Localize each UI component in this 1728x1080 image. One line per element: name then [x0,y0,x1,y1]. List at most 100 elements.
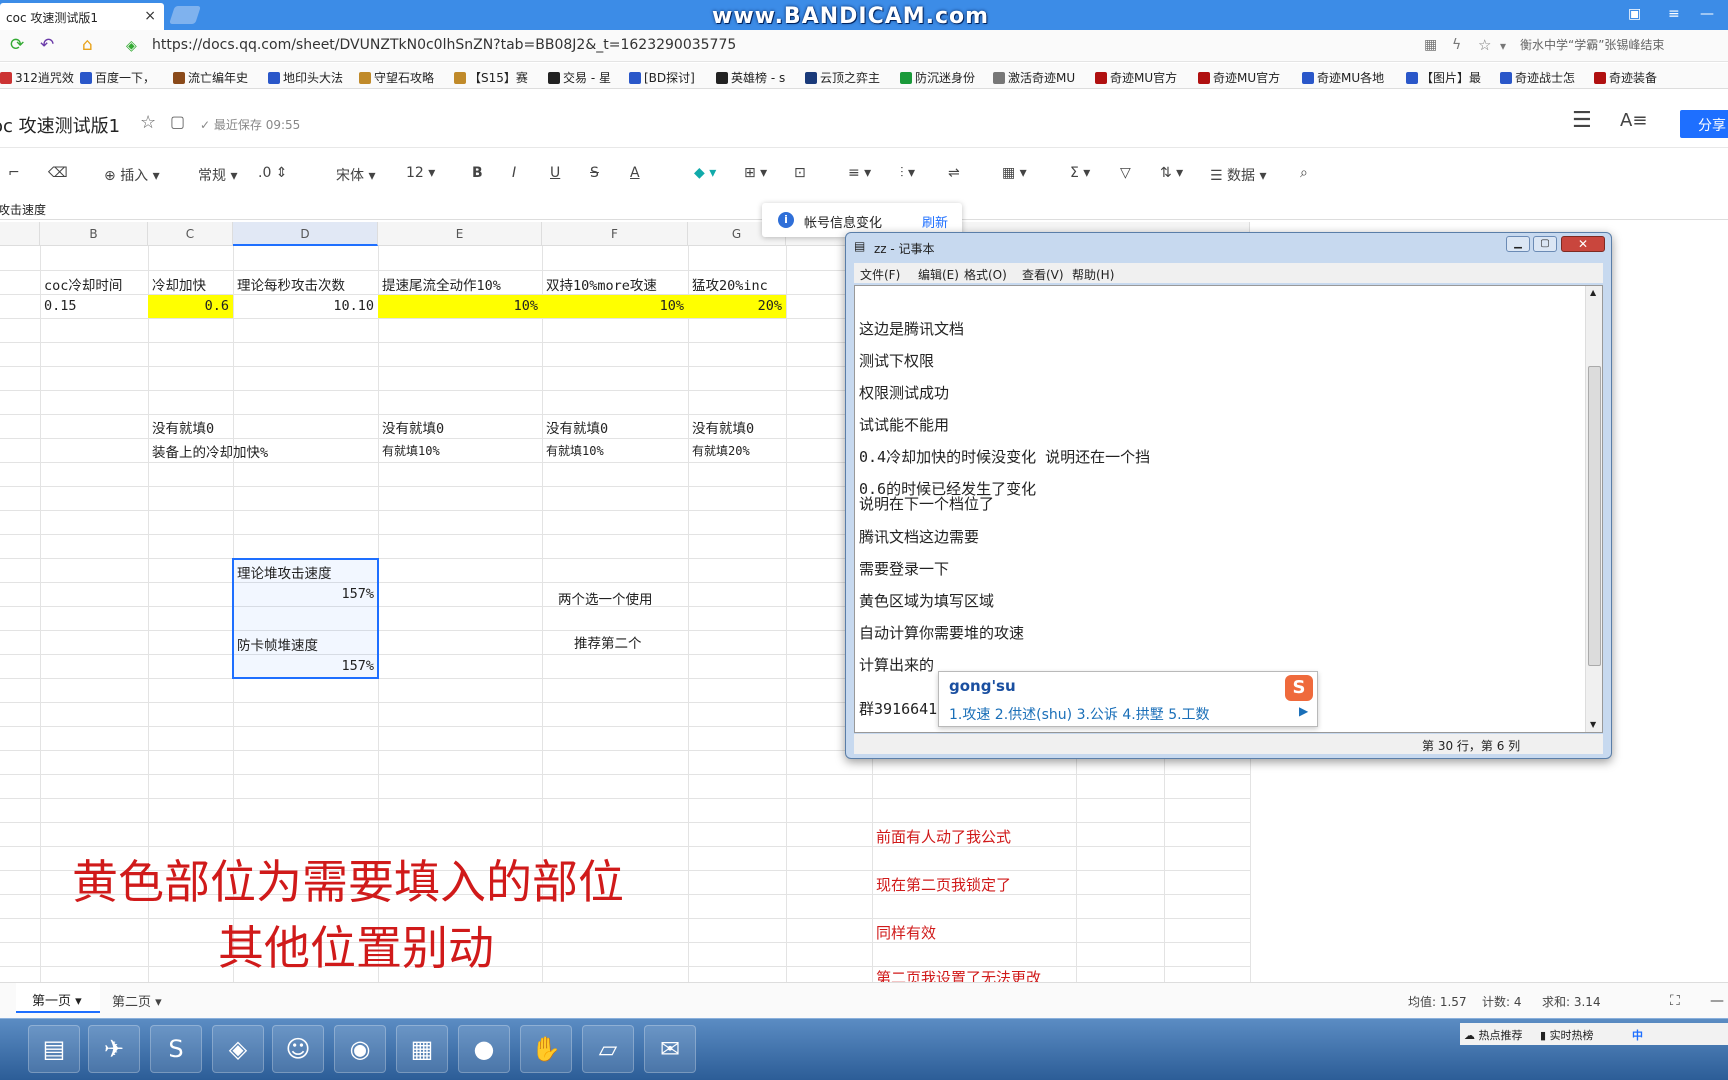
bookmark-item[interactable]: 奇迹装备 [1594,69,1657,86]
data-menu-button[interactable]: ☰ 数据 ▾ [1210,165,1267,185]
home-icon[interactable]: ⌂ [82,35,93,55]
result-label-cell[interactable]: 理论堆攻击速度 [237,562,332,582]
zoom-out-icon[interactable]: — [1710,993,1724,1009]
search-box[interactable]: 衡水中学“学霸”张锡峰结束 [1520,36,1664,53]
result-label-cell[interactable]: 防卡帧堆速度 [237,634,318,654]
vertical-align-icon[interactable]: ⫶ ▾ [900,165,915,181]
wrap-text-icon[interactable]: ⇌ [948,165,960,181]
note-cell[interactable]: 推荐第二个 [574,632,642,652]
hint-cell[interactable]: 有就填10% [382,442,440,459]
menu-edit[interactable]: 编辑(E) [918,266,959,283]
file-explorer-icon[interactable]: ▤ [28,1025,80,1073]
bookmark-item[interactable]: 守望石攻略 [359,69,434,86]
hint-cell[interactable]: 有就填10% [546,442,604,459]
column-header[interactable]: B [40,222,148,246]
value-cell[interactable]: 10% [542,298,684,314]
hint-cell[interactable]: 没有就填0 [546,417,608,437]
bookmark-item[interactable]: 交易 - 星 [548,69,611,86]
menu-icon[interactable]: ☰ [1572,108,1592,133]
value-cell[interactable]: 0.6 [148,298,229,314]
header-cell[interactable]: 双持10%more攻速 [546,274,657,294]
chevron-down-icon[interactable]: ▾ [1500,39,1506,53]
hint-cell[interactable]: 装备上的冷却加快% [152,441,268,461]
bookmark-item[interactable]: 地印头大法 [268,69,343,86]
hint-cell[interactable]: 有就填20% [692,442,750,459]
cat-app-icon[interactable]: ☺ [272,1025,324,1073]
underline-button[interactable]: U [550,165,560,181]
italic-button[interactable]: I [512,165,516,181]
red-note-cell[interactable]: 第二页我设置了无法更改 [876,967,1041,982]
tab-close-icon[interactable]: × [144,8,156,24]
chrome-icon[interactable]: ◉ [334,1025,386,1073]
bookmark-item[interactable]: 【S15】赛 [454,69,528,86]
notepad-app-icon[interactable]: ▱ [582,1025,634,1073]
record-app-icon[interactable]: ● [458,1025,510,1073]
hint-cell[interactable]: 没有就填0 [382,417,444,437]
scroll-down-icon[interactable]: ▼ [1590,720,1596,729]
merge-cells-icon[interactable]: ⊡ [794,165,806,181]
sum-button[interactable]: Σ ▾ [1070,165,1090,181]
refresh-icon[interactable]: ⟳ [10,35,24,55]
sogou-app-icon[interactable]: S [150,1025,202,1073]
format-painter-icon[interactable]: ⌐ [8,165,20,181]
bold-button[interactable]: B [472,165,483,181]
vertical-scrollbar[interactable]: ▲ ▼ [1585,286,1602,732]
bookmark-item[interactable]: 奇迹MU官方 [1198,69,1280,86]
qr-icon[interactable]: ▦ [1424,37,1437,53]
font-size-select[interactable]: 12 ▾ [406,165,435,181]
next-page-icon[interactable]: ▶ [1299,704,1308,718]
menu-view[interactable]: 查看(V) [1022,266,1064,283]
notes-app-icon[interactable]: ▦ [396,1025,448,1073]
column-header-selected[interactable]: D [233,222,378,246]
bookmark-item[interactable]: 312逍咒效 [0,69,74,86]
bookmark-item[interactable]: 激活奇迹MU [993,69,1075,86]
ime-candidates[interactable]: 1.攻速 2.供述(shu) 3.公诉 4.拱墅 5.工数 [949,704,1210,724]
freeze-icon[interactable]: ▦ ▾ [1002,165,1027,181]
bird-app-icon[interactable]: ✈ [88,1025,140,1073]
minimize-button[interactable]: ▁ [1506,236,1530,252]
minimize-icon[interactable]: — [1700,6,1714,22]
document-icon[interactable]: ▢ [170,112,185,131]
new-tab-button[interactable] [169,6,201,24]
menu-icon[interactable]: ≡ [1668,6,1680,22]
hint-cell[interactable]: 没有就填0 [692,417,754,437]
star-icon[interactable]: ☆ [1478,36,1491,54]
undo-icon[interactable]: ↶ [40,35,54,55]
scroll-up-icon[interactable]: ▲ [1590,288,1596,297]
scroll-thumb[interactable] [1588,366,1601,666]
eraser-icon[interactable]: ⌫ [48,165,68,181]
fill-color-icon[interactable]: ◆ ▾ [694,165,716,181]
strikethrough-button[interactable]: S [590,165,599,181]
menu-help[interactable]: 帮助(H) [1072,266,1114,283]
hint-cell[interactable]: 没有就填0 [152,417,214,437]
bookmark-item[interactable]: 奇迹战士怎 [1500,69,1575,86]
url-input[interactable]: https://docs.qq.com/sheet/DVUNZTkN0c0lhS… [152,37,736,53]
menu-file[interactable]: 文件(F) [860,266,900,283]
menu-format[interactable]: 格式(O) [964,266,1007,283]
red-note-cell[interactable]: 现在第二页我锁定了 [876,874,1011,895]
font-select[interactable]: 宋体 ▾ [336,165,375,185]
decimal-stepper[interactable]: .0 ⇕ [258,165,288,181]
filter-icon[interactable]: ▽ [1120,165,1131,181]
align-icon[interactable]: ≡ ▾ [848,165,871,181]
header-cell[interactable]: 提速尾流全动作10% [382,274,501,294]
column-header-a[interactable] [0,222,40,246]
cell-name[interactable]: 攻击速度 [0,201,46,218]
bookmark-item[interactable]: 云顶之弈主 [805,69,880,86]
font-color-button[interactable]: A [630,165,640,181]
window-badge-icon[interactable]: ▣ [1628,6,1641,22]
value-cell[interactable]: 10% [378,298,538,314]
ime-lang-indicator[interactable]: 中 [1632,1027,1643,1043]
red-note-cell[interactable]: 同样有效 [876,922,936,943]
close-button[interactable]: ✕ [1561,236,1605,252]
bookmark-item[interactable]: [BD探讨] [629,69,695,86]
sort-icon[interactable]: ⇅ ▾ [1160,165,1183,181]
doc-title[interactable]: oc 攻速测试版1 [0,112,120,138]
bookmark-item[interactable]: 奇迹MU官方 [1095,69,1177,86]
gift-app-icon[interactable]: ◈ [212,1025,264,1073]
tab-sheet-1[interactable]: 第一页 ▾ [16,983,100,1013]
header-cell[interactable]: 理论每秒攻击次数 [237,274,345,294]
text-editor[interactable]: 这边是腾讯文档 测试下权限 权限测试成功 试试能不能用 0.4冷却加快的时候没变… [854,285,1603,733]
note-cell[interactable]: 两个选一个使用 [558,588,653,608]
game-app-icon[interactable]: ✋ [520,1025,572,1073]
